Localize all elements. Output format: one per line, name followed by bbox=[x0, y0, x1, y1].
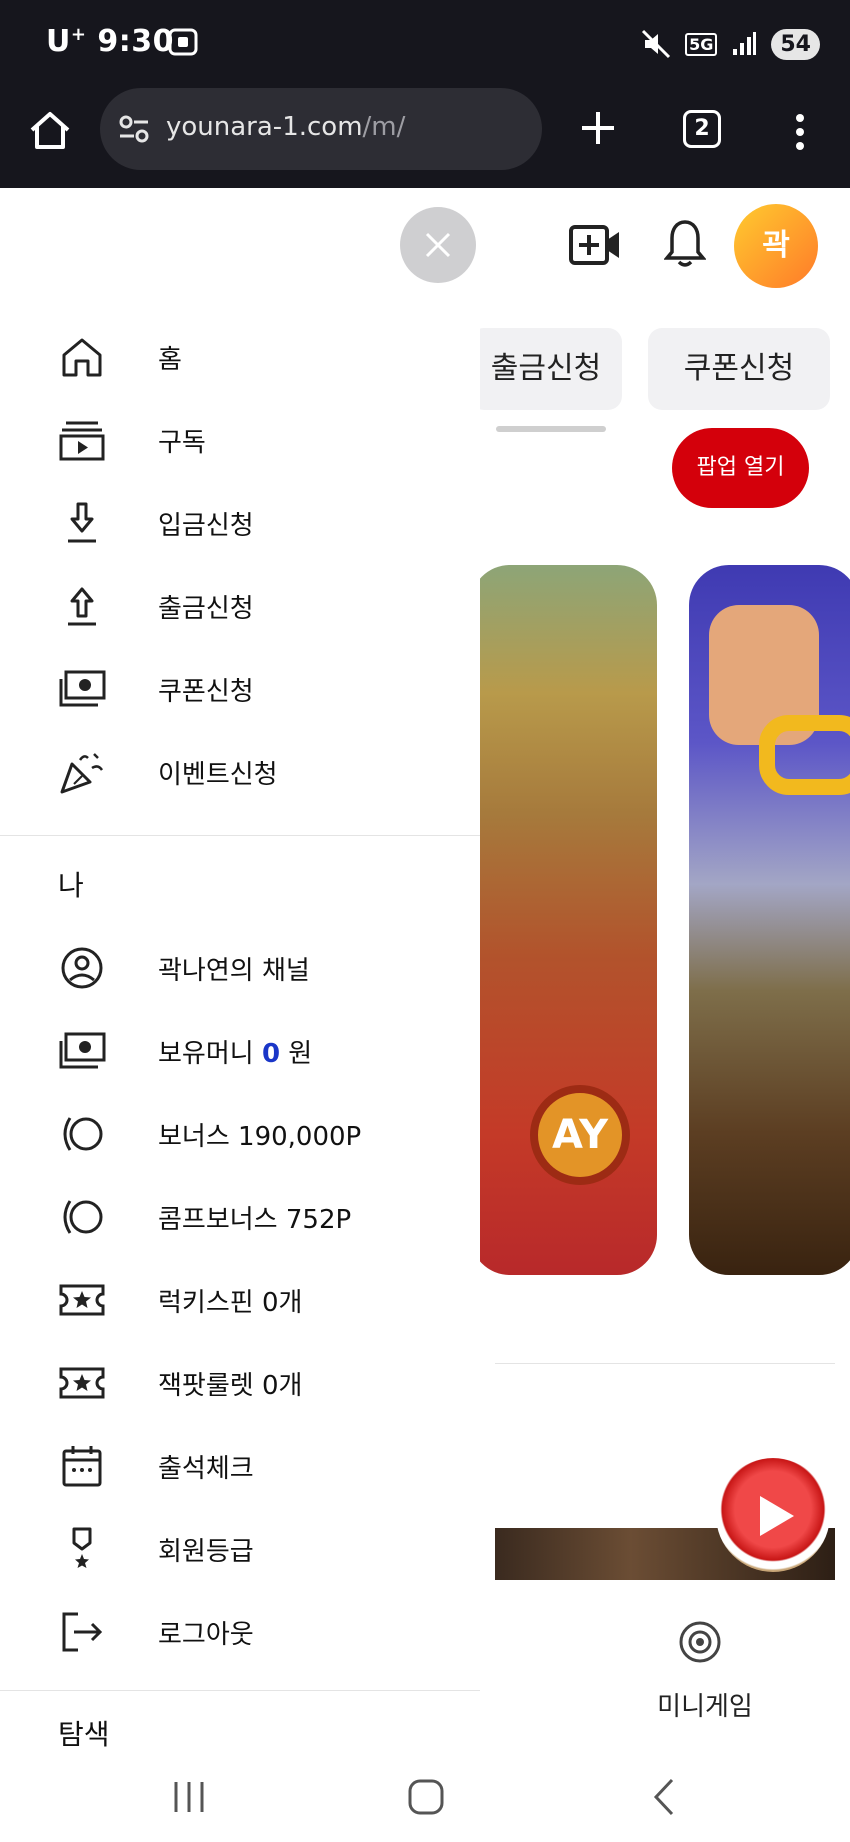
menu-item-label: 로그아웃 bbox=[158, 1620, 254, 1650]
menu-item-coupon[interactable]: 쿠폰신청 bbox=[0, 647, 480, 730]
coupon-icon bbox=[59, 670, 106, 707]
menu-item-money[interactable]: 보유머니 0 원 bbox=[0, 1009, 480, 1092]
bonus-icon bbox=[63, 1117, 103, 1151]
ticket-star-icon bbox=[59, 1367, 105, 1399]
status-bar: U+ 9:30 5G 54 bbox=[0, 0, 850, 88]
menu-item-label: 곽나연의 채널 bbox=[158, 956, 310, 986]
menu-item-withdraw[interactable]: 출금신청 bbox=[0, 564, 480, 647]
withdraw-icon bbox=[68, 587, 96, 626]
menu-item-my-channel[interactable]: 곽나연의 채널 bbox=[0, 926, 480, 1009]
chip-scroll-indicator bbox=[496, 426, 606, 432]
side-drawer: 홈 구독 입금신청 출금신청 쿠폰신청 이벤트신청 나 곽나연의 채널 보유머니… bbox=[0, 188, 480, 1751]
medal-icon bbox=[72, 1527, 92, 1568]
money-amount: 0 bbox=[261, 1039, 281, 1069]
carrier-label: U+ 9:30 bbox=[46, 24, 175, 59]
menu-item-label: 구독 bbox=[158, 428, 206, 458]
ticket-star-icon bbox=[59, 1284, 105, 1316]
card-art bbox=[759, 715, 850, 795]
screen: U+ 9:30 5G 54 younara-1.com/m/ 2 곽 출금신청 … bbox=[0, 0, 850, 1842]
game-card[interactable] bbox=[689, 565, 850, 1275]
site-settings-icon[interactable] bbox=[118, 114, 150, 144]
menu-item-member-grade[interactable]: 회원등급 bbox=[0, 1507, 480, 1590]
menu-item-logout[interactable]: 로그아웃 bbox=[0, 1590, 480, 1673]
menu-item-label: 콤프보너스 752P bbox=[158, 1205, 352, 1235]
create-video-icon[interactable] bbox=[568, 222, 622, 268]
open-popup-button[interactable]: 팝업 열기 bbox=[672, 428, 809, 508]
divider bbox=[0, 835, 480, 836]
play-icon bbox=[760, 1496, 794, 1536]
comp-bonus-icon bbox=[63, 1200, 103, 1234]
tab-switcher-button[interactable]: 2 bbox=[683, 110, 721, 148]
menu-item-lucky-spin[interactable]: 럭키스핀 0개 bbox=[0, 1258, 480, 1341]
recent-apps-icon[interactable] bbox=[164, 1772, 214, 1822]
new-tab-icon[interactable] bbox=[578, 108, 618, 148]
menu-item-deposit[interactable]: 입금신청 bbox=[0, 481, 480, 564]
menu-item-label: 이벤트신청 bbox=[158, 760, 278, 790]
home-nav-icon[interactable] bbox=[401, 1772, 451, 1822]
subscriptions-icon bbox=[59, 421, 105, 461]
money-icon bbox=[59, 1032, 106, 1069]
mute-icon bbox=[642, 29, 671, 59]
menu-item-label: 잭팟룰렛 0개 bbox=[158, 1371, 303, 1401]
menu-item-home[interactable]: 홈 bbox=[0, 315, 480, 398]
menu-item-label: 홈 bbox=[158, 345, 182, 375]
menu-item-comp-bonus[interactable]: 콤프보너스 752P bbox=[0, 1175, 480, 1258]
logout-icon bbox=[62, 1612, 103, 1652]
browser-toolbar: younara-1.com/m/ 2 bbox=[0, 88, 850, 188]
clock: 9:30 bbox=[97, 24, 175, 59]
close-icon bbox=[425, 232, 451, 258]
minigame-icon[interactable] bbox=[678, 1620, 722, 1664]
more-vert-icon[interactable] bbox=[790, 112, 810, 152]
home-icon bbox=[62, 338, 102, 377]
menu-item-label: 보너스 190,000P bbox=[158, 1122, 362, 1152]
calendar-icon bbox=[62, 1446, 102, 1487]
menu-item-label: 회원등급 bbox=[158, 1537, 254, 1567]
divider bbox=[495, 1363, 835, 1364]
menu-item-attendance[interactable]: 출석체크 bbox=[0, 1424, 480, 1507]
minigame-label[interactable]: 미니게임 bbox=[630, 1686, 780, 1723]
section-title-explore: 탐색 bbox=[58, 1718, 110, 1751]
menu-item-event[interactable]: 이벤트신청 bbox=[0, 730, 480, 813]
avatar[interactable]: 곽 bbox=[734, 204, 818, 288]
signal-icon bbox=[733, 32, 757, 55]
menu-item-label: 입금신청 bbox=[158, 511, 254, 541]
home-icon[interactable] bbox=[28, 108, 72, 152]
divider bbox=[0, 1690, 480, 1691]
party-popper-icon bbox=[60, 753, 104, 794]
menu-item-label: 쿠폰신청 bbox=[158, 677, 254, 707]
money-label: 보유머니 0 원 bbox=[158, 1039, 313, 1069]
menu-item-label: 출석체크 bbox=[158, 1454, 254, 1484]
back-icon[interactable] bbox=[640, 1772, 690, 1822]
menu-item-bonus[interactable]: 보너스 190,000P bbox=[0, 1092, 480, 1175]
section-title-me: 나 bbox=[58, 869, 84, 902]
menu-item-jackpot-roulette[interactable]: 잭팟룰렛 0개 bbox=[0, 1341, 480, 1424]
close-drawer-button[interactable] bbox=[400, 207, 476, 283]
game-card[interactable]: AY bbox=[470, 565, 657, 1275]
video-floating-button[interactable] bbox=[716, 1458, 830, 1572]
deposit-icon bbox=[68, 502, 96, 543]
drawer-main-menu: 홈 구독 입금신청 출금신청 쿠폰신청 이벤트신청 bbox=[0, 315, 480, 813]
url-text: younara-1.com/m/ bbox=[166, 112, 406, 142]
menu-item-label: 출금신청 bbox=[158, 594, 254, 624]
account-circle-icon bbox=[61, 947, 103, 989]
battery-indicator: 54 bbox=[771, 28, 820, 60]
menu-item-subscriptions[interactable]: 구독 bbox=[0, 398, 480, 481]
menu-item-label: 럭키스핀 0개 bbox=[158, 1288, 303, 1318]
address-bar[interactable]: younara-1.com/m/ bbox=[100, 88, 542, 170]
drawer-me-menu: 곽나연의 채널 보유머니 0 원 보너스 190,000P 콤프보너스 752P… bbox=[0, 926, 480, 1673]
card-badge: AY bbox=[530, 1085, 630, 1185]
chip-coupon[interactable]: 쿠폰신청 bbox=[648, 328, 830, 410]
screen-capture-icon bbox=[168, 28, 198, 56]
network-label: 5G bbox=[685, 32, 718, 56]
chip-withdraw[interactable]: 출금신청 bbox=[470, 328, 622, 410]
notifications-icon[interactable] bbox=[664, 218, 706, 270]
system-nav-bar bbox=[0, 1750, 850, 1842]
